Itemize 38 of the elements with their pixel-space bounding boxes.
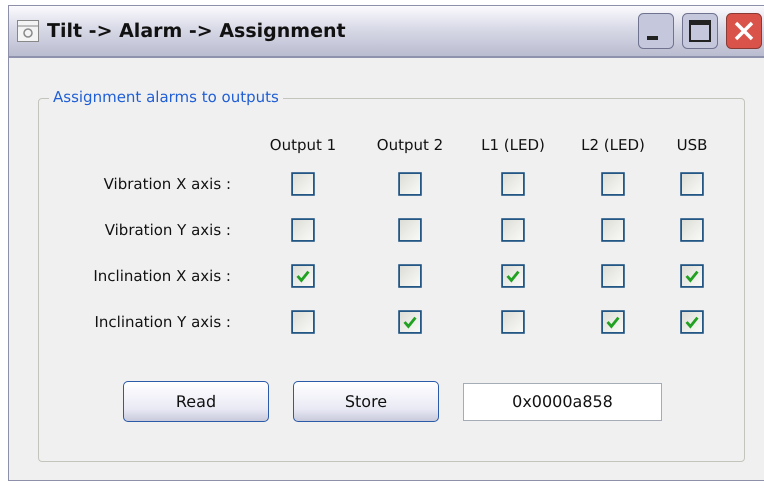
action-button[interactable]: Read: [123, 381, 269, 422]
checkbox[interactable]: [291, 172, 315, 196]
checkbox[interactable]: [680, 218, 704, 242]
checkbox[interactable]: [501, 218, 525, 242]
minimize-button[interactable]: [638, 13, 674, 49]
checkbox[interactable]: [398, 218, 422, 242]
checkbox[interactable]: [398, 264, 422, 288]
column-header: Output 2: [376, 136, 444, 154]
checkbox[interactable]: [601, 172, 625, 196]
checkbox[interactable]: [291, 310, 315, 334]
window-title: Tilt -> Alarm -> Assignment: [47, 20, 347, 42]
window-icon: [17, 20, 39, 42]
checkbox[interactable]: [680, 310, 704, 334]
column-header: USB: [676, 136, 708, 154]
row-label: Inclination X axis :: [92, 267, 232, 285]
group-title: Assignment alarms to outputs: [49, 88, 283, 106]
column-header: L2 (LED): [580, 136, 646, 154]
checkbox[interactable]: [501, 310, 525, 334]
maximize-button[interactable]: [682, 13, 718, 49]
row-label: Vibration X axis :: [102, 175, 232, 193]
close-button[interactable]: [726, 13, 762, 49]
checkbox[interactable]: [601, 264, 625, 288]
checkbox[interactable]: [680, 172, 704, 196]
checkbox[interactable]: [398, 310, 422, 334]
checkbox[interactable]: [501, 264, 525, 288]
checkbox[interactable]: [680, 264, 704, 288]
checkbox[interactable]: [601, 218, 625, 242]
column-header: Output 1: [268, 136, 338, 154]
action-button[interactable]: Store: [293, 381, 439, 422]
column-header: L1 (LED): [480, 136, 546, 154]
checkbox[interactable]: [398, 172, 422, 196]
checkbox[interactable]: [291, 218, 315, 242]
row-label: Vibration Y axis :: [104, 221, 232, 239]
checkbox[interactable]: [501, 172, 525, 196]
row-label: Inclination Y axis :: [93, 313, 232, 331]
value-field[interactable]: 0x0000a858: [463, 382, 662, 420]
checkbox[interactable]: [601, 310, 625, 334]
checkbox[interactable]: [291, 264, 315, 288]
